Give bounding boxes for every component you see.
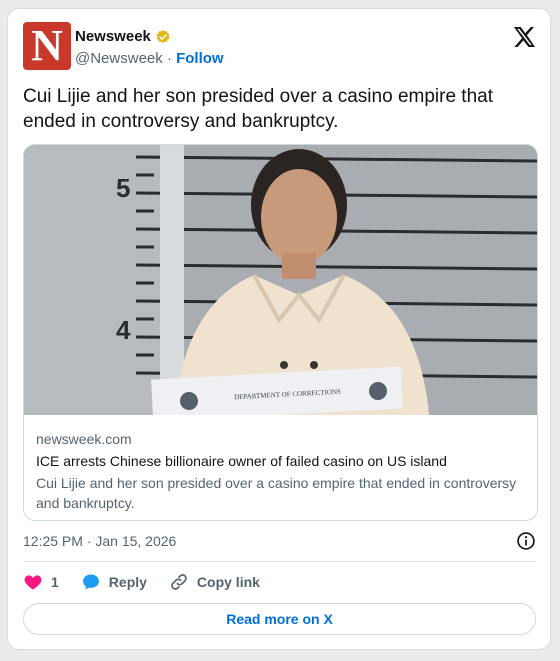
link-preview-card[interactable]: 5 4 DEPARTMENT OF CORRECTIONS newsweek.c… [23,144,538,521]
action-bar: 1 Reply Copy link [23,572,282,592]
follow-button[interactable]: Follow [176,50,224,67]
link-title: ICE arrests Chinese billionaire owner of… [36,453,447,469]
avatar-letter: N [31,22,63,70]
read-more-button[interactable]: Read more on X [23,603,536,635]
reply-icon [82,574,99,590]
link-icon [171,574,187,590]
like-count: 1 [51,574,59,590]
tweet-text: Cui Lijie and her son presided over a ca… [23,86,493,132]
separator-dot: · [166,50,172,67]
avatar[interactable]: N [23,22,71,70]
info-icon[interactable] [516,531,536,551]
author-handle[interactable]: @Newsweek [75,50,163,67]
article-photo: 5 4 DEPARTMENT OF CORRECTIONS [24,145,537,415]
heart-icon [24,575,42,590]
reply-button[interactable]: Reply [81,572,147,592]
copy-link-label: Copy link [196,574,260,590]
tweet-card: N Newsweek @Newsweek · Follow Cui Lijie … [7,8,551,650]
x-logo-icon[interactable] [512,25,536,49]
link-description: Cui Lijie and her son presided over a ca… [36,475,517,511]
reply-label: Reply [108,574,147,590]
verified-badge-icon [156,29,170,43]
author-name-row: Newsweek [75,28,171,45]
height-mark-4: 4 [116,315,131,345]
link-meta: newsweek.com ICE arrests Chinese billion… [36,429,526,513]
like-button[interactable]: 1 [23,572,59,592]
height-mark-5: 5 [116,173,130,203]
copy-link-button[interactable]: Copy link [169,572,260,592]
handle-row: @Newsweek · Follow [75,50,224,67]
link-domain: newsweek.com [36,431,132,447]
tweet-timestamp[interactable]: 12:25 PM · Jan 15, 2026 [23,533,176,549]
author-name[interactable]: Newsweek [75,28,151,45]
divider [23,561,536,562]
